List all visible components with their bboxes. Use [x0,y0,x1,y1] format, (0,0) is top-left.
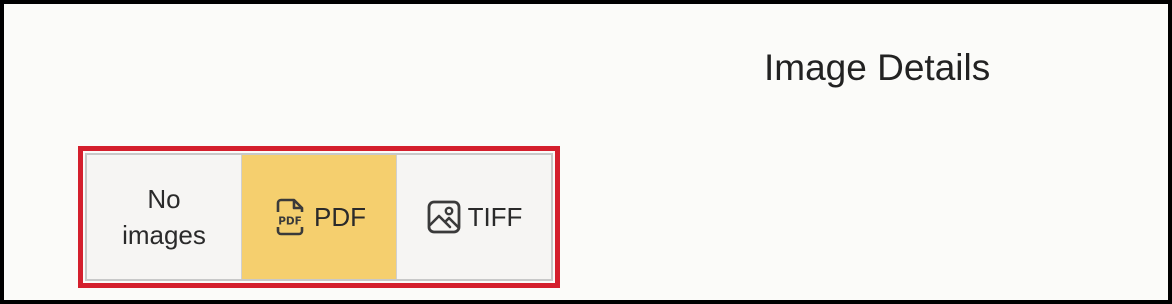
option-tiff-label: TIFF [467,201,523,232]
option-no-images-label: No images [122,184,206,250]
image-format-toggle-group: No images PDF PDF TIFF [85,153,553,281]
image-icon [426,197,462,237]
option-pdf-label: PDF [314,201,366,232]
panel: Image Details No images PDF PDF TIFF [0,0,1172,304]
option-no-images[interactable]: No images [87,155,241,279]
page-title: Image Details [764,47,991,88]
option-tiff[interactable]: TIFF [396,155,551,279]
pdf-file-icon: PDF [272,197,308,237]
option-pdf[interactable]: PDF PDF [241,155,396,279]
svg-text:PDF: PDF [278,216,302,228]
